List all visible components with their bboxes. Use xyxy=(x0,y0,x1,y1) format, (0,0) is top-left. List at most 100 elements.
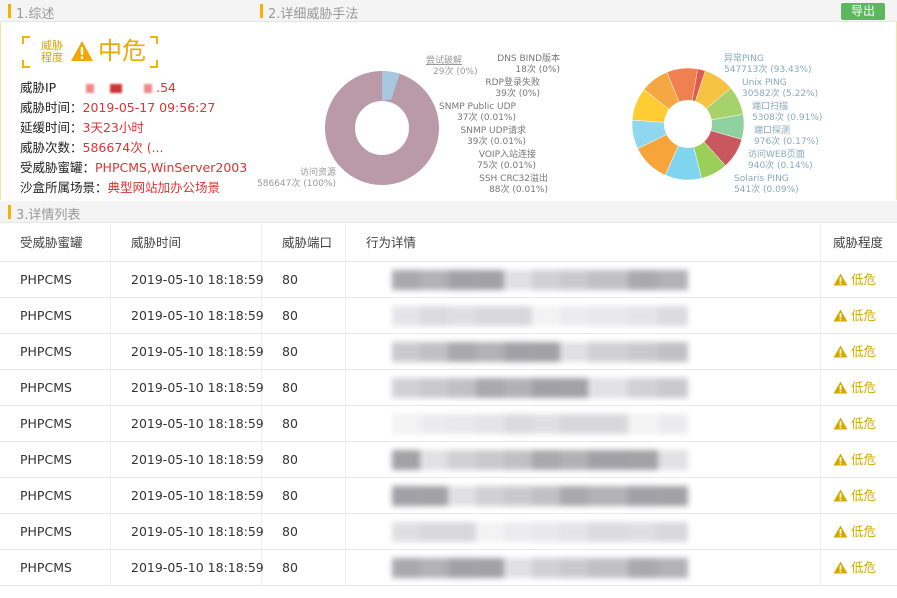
col-time-header[interactable]: 威胁时间 xyxy=(111,224,262,261)
col-honeypot-header[interactable]: 受威胁蜜罐 xyxy=(0,224,111,261)
cell-time: 2019-05-10 18:18:59 xyxy=(111,442,264,477)
threat-count-value: 586674次 (... xyxy=(82,140,164,155)
cell-time: 2019-05-10 18:18:59 xyxy=(111,550,264,585)
redacted-behavior xyxy=(392,342,688,362)
cell-severity: 低危 xyxy=(821,262,897,297)
warning-icon xyxy=(833,525,848,538)
donut2-label-count: 5308次 (0.91%) xyxy=(752,113,823,123)
col-severity-header[interactable]: 威胁程度 xyxy=(821,224,897,261)
col-port-header[interactable]: 威胁端口 xyxy=(262,224,346,261)
cell-severity: 低危 xyxy=(821,478,897,513)
redacted-behavior xyxy=(392,270,688,290)
cell-honeypot: PHPCMS xyxy=(0,334,111,369)
donut2-label-name: Solaris PING xyxy=(734,174,789,184)
section-details-title: 3.详情列表 xyxy=(16,208,81,223)
duration-row: 延缓时间：3天23小时 xyxy=(20,118,247,138)
donut2-label-count: 940次 (0.14%) xyxy=(748,161,813,171)
cell-port: 80 xyxy=(262,298,346,333)
section-methods-header: 2.详细威胁手法 导出 xyxy=(252,0,897,22)
cell-severity: 低危 xyxy=(821,370,897,405)
threat-count-row: 威胁次数：586674次 (... xyxy=(20,138,247,158)
donut2-label-count: 976次 (0.17%) xyxy=(754,137,819,147)
cell-time: 2019-05-10 18:18:59 xyxy=(111,406,264,441)
donut2-label-name: Unix PING xyxy=(742,78,787,88)
donut2-label-count: 30582次 (5.22%) xyxy=(742,89,819,99)
honeypot-value: PHPCMS,WinServer2003 xyxy=(95,160,248,175)
warning-icon xyxy=(833,309,848,322)
donut2-label: RDP登录失败 39次 (0%) xyxy=(420,78,540,100)
cell-port: 80 xyxy=(262,550,346,585)
warning-icon xyxy=(833,345,848,358)
section-methods-title: 2.详细威胁手法 xyxy=(268,7,359,22)
redacted-behavior xyxy=(392,306,688,326)
warning-icon xyxy=(833,453,848,466)
cell-port: 80 xyxy=(262,334,346,369)
cell-time: 2019-05-10 18:18:59 xyxy=(111,478,264,513)
warning-icon xyxy=(833,561,848,574)
honeypot-label: 受威胁蜜罐： xyxy=(20,160,96,175)
cell-port: 80 xyxy=(262,262,346,297)
redacted-behavior xyxy=(392,486,688,506)
cell-severity: 低危 xyxy=(821,514,897,549)
donut2-label: SNMP Public UDP 37次 (0.01%) xyxy=(396,102,516,124)
donut2-label: DNS BIND版本 18次 (0%) xyxy=(440,54,560,76)
cell-honeypot: PHPCMS xyxy=(0,514,111,549)
cell-honeypot: PHPCMS xyxy=(0,262,111,297)
threat-level-box: 威胁程度 中危 xyxy=(22,36,158,68)
threat-time-label: 威胁时间： xyxy=(20,100,83,115)
threat-level-label: 威胁程度 xyxy=(41,39,63,64)
warning-icon xyxy=(833,417,848,430)
severity-value: 低危 xyxy=(851,272,877,287)
cell-time: 2019-05-10 18:18:59 xyxy=(111,370,264,405)
donut2-label-name: RDP登录失败 xyxy=(485,78,540,88)
warning-icon xyxy=(833,381,848,394)
redacted-behavior xyxy=(392,378,688,398)
cell-port: 80 xyxy=(262,406,346,441)
donut-chart-details xyxy=(631,67,745,181)
donut2-label-count: 547713次 (93.43%) xyxy=(724,65,812,75)
cell-port: 80 xyxy=(262,370,346,405)
donut2-label-count: 88次 (0.01%) xyxy=(489,185,548,195)
donut2-label: Unix PING 30582次 (5.22%) xyxy=(742,78,818,100)
donut2-label: 访问WEB页面 940次 (0.14%) xyxy=(748,150,813,172)
severity-value: 低危 xyxy=(851,380,877,395)
donut1-label-bottom: 访问资源 586647次 (100%) xyxy=(257,168,336,189)
severity-value: 低危 xyxy=(851,560,877,575)
cell-port: 80 xyxy=(262,514,346,549)
cell-honeypot: PHPCMS xyxy=(0,550,111,585)
donut2-label: 异常PING 547713次 (93.43%) xyxy=(724,54,812,76)
donut2-label: SNMP UDP请求 39次 (0.01%) xyxy=(406,126,526,148)
donut2-label-name: 端口扫描 xyxy=(752,102,789,112)
severity-value: 低危 xyxy=(851,308,877,323)
threat-ip-label: 威胁IP xyxy=(20,80,57,95)
redacted-behavior xyxy=(392,522,688,542)
donut2-label-name: SNMP UDP请求 xyxy=(460,126,526,136)
donut2-label-count: 39次 (0.01%) xyxy=(467,137,526,147)
cell-port: 80 xyxy=(262,478,346,513)
donut2-label-name: SSH CRC32溢出 xyxy=(479,174,548,184)
cell-severity: 低危 xyxy=(821,298,897,333)
severity-value: 低危 xyxy=(851,488,877,503)
cell-honeypot: PHPCMS xyxy=(0,298,111,333)
cell-time: 2019-05-10 18:18:59 xyxy=(111,298,264,333)
col-behavior-header[interactable]: 行为详情 xyxy=(346,224,821,261)
donut2-label-name: 端口探测 xyxy=(754,126,791,136)
redacted-behavior xyxy=(392,450,688,470)
export-button[interactable]: 导出 xyxy=(841,3,885,20)
threat-ip-row: 威胁IP .54 xyxy=(20,78,247,98)
redacted-behavior xyxy=(392,558,688,578)
cell-honeypot: PHPCMS xyxy=(0,406,111,441)
section-marker xyxy=(8,4,11,18)
donut2-label: Solaris PING 541次 (0.09%) xyxy=(734,174,799,196)
cell-severity: 低危 xyxy=(821,406,897,441)
donut2-label-name: VOIP入站连接 xyxy=(478,150,536,160)
threat-time-value: 2019-05-17 09:56:27 xyxy=(82,100,216,115)
donut2-label-count: 18次 (0%) xyxy=(515,65,560,75)
donut2-label: SSH CRC32溢出 88次 (0.01%) xyxy=(428,174,548,196)
cell-honeypot: PHPCMS xyxy=(0,370,111,405)
section-details-header: 3.详情列表 xyxy=(0,201,897,223)
cell-time: 2019-05-10 18:18:59 xyxy=(111,334,264,369)
scene-value: 典型网站加办公场景 xyxy=(107,180,221,195)
duration-value: 3天23小时 xyxy=(82,120,144,135)
cell-time: 2019-05-10 18:18:59 xyxy=(111,262,264,297)
